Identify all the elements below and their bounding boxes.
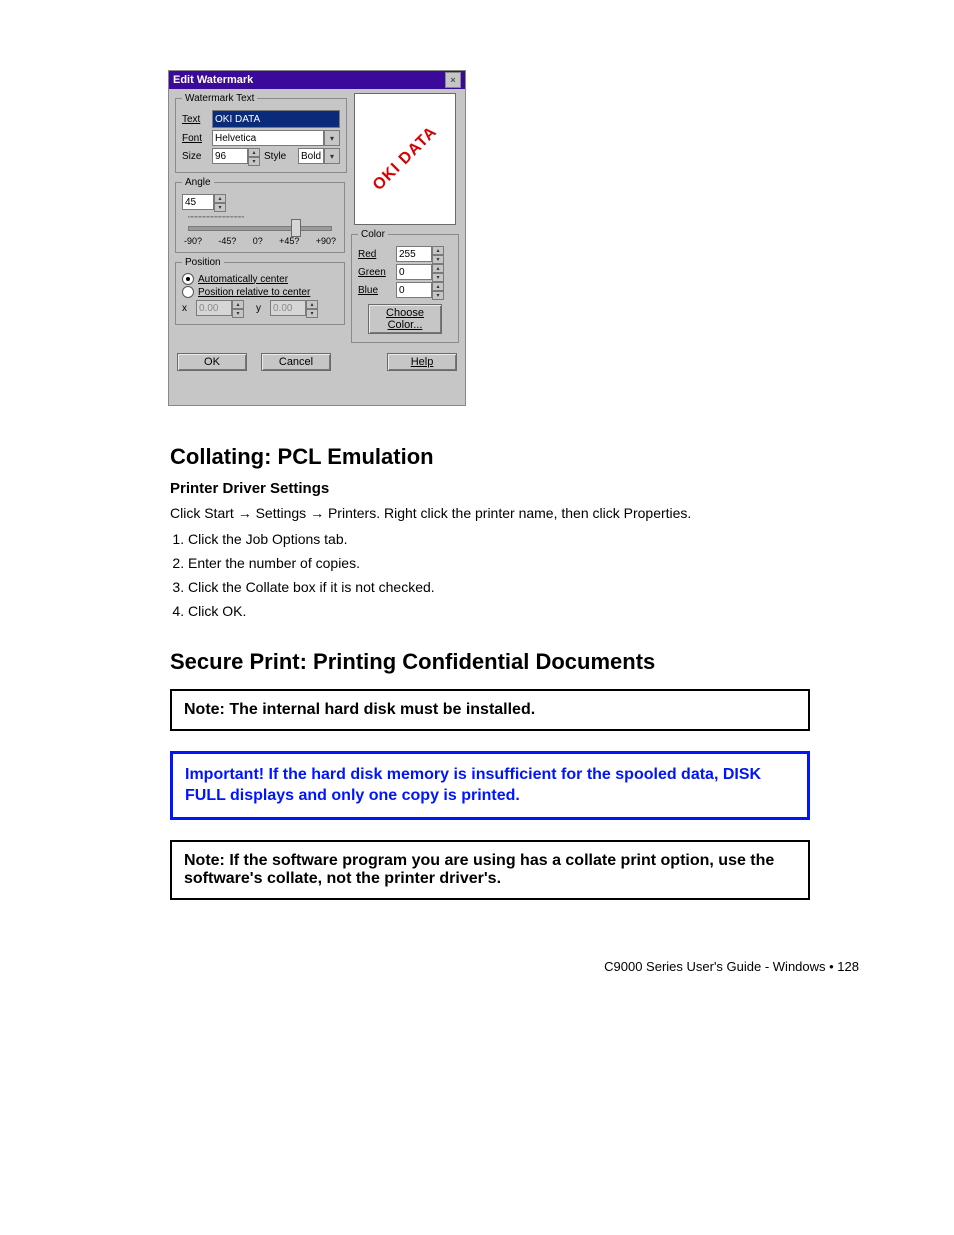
radio-relative-center[interactable]: Position relative to center: [182, 286, 338, 298]
color-legend: Color: [358, 229, 388, 240]
path-line: Click Start → Settings → Printers. Right…: [170, 503, 810, 524]
preview-text: OKI DATA: [369, 123, 440, 194]
y-spinner: 0.00 ▴▾: [270, 300, 318, 316]
slider-thumb[interactable]: [291, 219, 301, 237]
angle-legend: Angle: [182, 177, 214, 188]
position-legend: Position: [182, 257, 224, 268]
radio-label: Automatically center: [198, 274, 288, 285]
style-label: Style: [264, 151, 294, 162]
style-select[interactable]: Bold ▾: [298, 148, 340, 164]
ok-button[interactable]: OK: [177, 353, 247, 371]
radio-label: Position relative to center: [198, 287, 310, 298]
chevron-up-icon[interactable]: ▴: [248, 148, 260, 157]
slider-mark: +45?: [279, 236, 299, 246]
slider-mark: 0?: [253, 236, 263, 246]
arrow-icon: →: [238, 505, 252, 521]
subhead: Printer Driver Settings: [170, 480, 810, 497]
font-value: Helvetica: [212, 130, 324, 146]
chevron-up-icon[interactable]: ▴: [214, 194, 226, 203]
chevron-down-icon[interactable]: ▾: [432, 291, 444, 300]
color-group: Color Red 255 ▴▾ Green 0 ▴▾: [351, 229, 459, 343]
chevron-down-icon[interactable]: ▾: [248, 157, 260, 166]
arrow-icon: →: [310, 505, 324, 521]
section-title-secure-print: Secure Print: Printing Confidential Docu…: [170, 649, 810, 675]
dialog-titlebar[interactable]: Edit Watermark ×: [169, 71, 465, 89]
dialog-title: Edit Watermark: [173, 74, 253, 86]
x-spinner: 0.00 ▴▾: [196, 300, 244, 316]
style-value: Bold: [298, 148, 324, 164]
angle-group: Angle 45 ▴▾ ''''''''''''''''''''''''''''…: [175, 177, 345, 253]
close-icon[interactable]: ×: [445, 72, 461, 88]
slider-mark: -90?: [184, 236, 202, 246]
red-label: Red: [358, 249, 392, 260]
text-input[interactable]: OKI DATA: [212, 110, 340, 128]
slider-mark: -45?: [218, 236, 236, 246]
position-group: Position Automatically center Position r…: [175, 257, 345, 325]
chevron-down-icon[interactable]: ▾: [432, 273, 444, 282]
font-label: Font: [182, 133, 208, 144]
chevron-down-icon[interactable]: ▾: [432, 255, 444, 264]
chevron-down-icon[interactable]: ▾: [324, 148, 340, 164]
size-label: Size: [182, 151, 208, 162]
angle-slider[interactable]: ''''''''''''''''''''''''''''''''''''''''…: [182, 214, 338, 244]
preview-pane: OKI DATA: [354, 93, 456, 225]
step-item: Click OK.: [188, 602, 810, 621]
important-box: Important! If the hard disk memory is in…: [170, 751, 810, 820]
chevron-up-icon[interactable]: ▴: [432, 264, 444, 273]
note-box-2: Note: If the software program you are us…: [170, 840, 810, 900]
radio-auto-center[interactable]: Automatically center: [182, 273, 338, 285]
slider-mark: +90?: [316, 236, 336, 246]
blue-spinner[interactable]: 0 ▴▾: [396, 282, 444, 298]
green-label: Green: [358, 267, 392, 278]
chevron-up-icon[interactable]: ▴: [432, 246, 444, 255]
chevron-down-icon[interactable]: ▾: [214, 203, 226, 212]
page-footer: C9000 Series User's Guide - Windows • 12…: [604, 959, 859, 974]
step-item: Enter the number of copies.: [188, 554, 810, 573]
section-title-collating: Collating: PCL Emulation: [170, 444, 810, 470]
note-box: Note: The internal hard disk must be ins…: [170, 689, 810, 731]
chevron-up-icon[interactable]: ▴: [432, 282, 444, 291]
choose-color-button[interactable]: Choose Color...: [368, 304, 442, 334]
help-button[interactable]: Help: [387, 353, 457, 371]
y-label: y: [256, 303, 266, 314]
step-item: Click the Job Options tab.: [188, 530, 810, 549]
cancel-button[interactable]: Cancel: [261, 353, 331, 371]
text-label: Text: [182, 114, 208, 125]
angle-spinner[interactable]: 45 ▴▾: [182, 194, 226, 210]
blue-label: Blue: [358, 285, 392, 296]
radio-icon: [182, 286, 194, 298]
red-spinner[interactable]: 255 ▴▾: [396, 246, 444, 262]
step-item: Click the Collate box if it is not check…: [188, 578, 810, 597]
font-select[interactable]: Helvetica ▾: [212, 130, 340, 146]
steps-list: Click the Job Options tab. Enter the num…: [188, 530, 810, 621]
x-label: x: [182, 303, 192, 314]
size-spinner[interactable]: 96 ▴▾: [212, 148, 260, 164]
edit-watermark-dialog: Edit Watermark × Watermark Text Text OKI…: [168, 70, 466, 406]
chevron-down-icon[interactable]: ▾: [324, 130, 340, 146]
green-spinner[interactable]: 0 ▴▾: [396, 264, 444, 280]
watermark-text-legend: Watermark Text: [182, 93, 257, 104]
radio-icon: [182, 273, 194, 285]
watermark-text-group: Watermark Text Text OKI DATA Font Helvet…: [175, 93, 347, 173]
